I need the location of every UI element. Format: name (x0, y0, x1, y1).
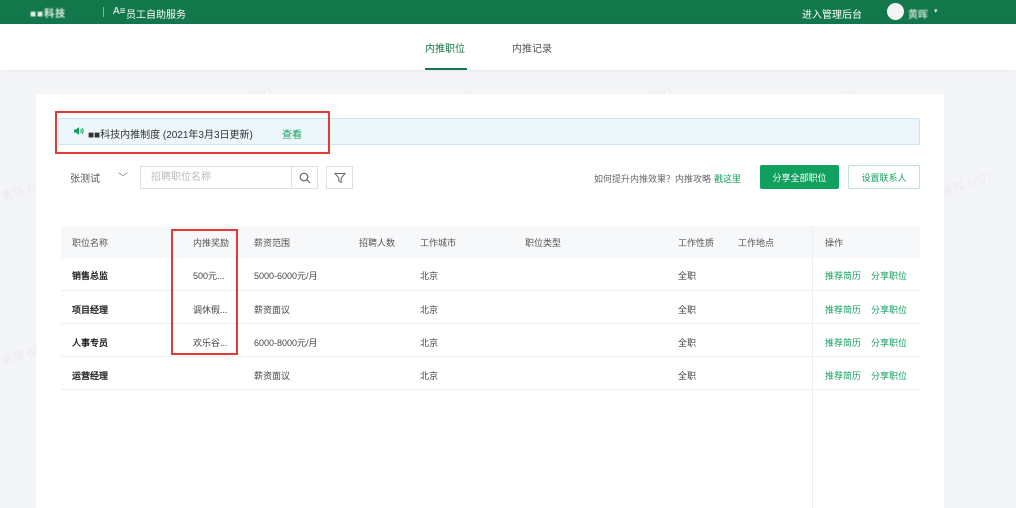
column-header-job-nature: 工作性质 (678, 238, 715, 248)
salary-range: 6000-8000元/月 (254, 338, 318, 348)
notice-view-link[interactable]: 查看 (282, 126, 302, 141)
user-name[interactable]: 黄晖 (908, 6, 928, 21)
share-position-link[interactable]: 分享职位 (871, 369, 907, 382)
company-logo[interactable]: ■■科技 (30, 5, 86, 20)
search-button[interactable] (291, 166, 318, 189)
work-city: 北京 (420, 338, 439, 348)
position-name[interactable]: 人事专员 (72, 336, 108, 349)
company-select[interactable]: 张测试 (70, 170, 100, 185)
position-name[interactable]: 运营经理 (72, 369, 108, 382)
salary-range: 薪资面议 (254, 305, 291, 315)
salary-range: 5000-6000元/月 (254, 271, 318, 281)
work-city: 北京 (420, 305, 439, 315)
table-row (61, 357, 920, 390)
app-icon: A≡ (113, 6, 126, 17)
job-nature: 全职 (678, 371, 697, 381)
job-nature: 全职 (678, 338, 697, 348)
position-name[interactable]: 项目经理 (72, 303, 108, 316)
notice-text: ■■科技内推制度 (2021年3月3日更新) (88, 130, 253, 141)
position-name[interactable]: 销售总监 (72, 269, 108, 282)
tab-referral-records[interactable]: 内推记录 (512, 40, 552, 55)
column-header-referral-reward: 内推奖励 (193, 238, 230, 248)
search-icon (299, 172, 310, 183)
table-row (61, 258, 920, 291)
table-row (61, 324, 920, 357)
column-header-headcount: 招聘人数 (359, 238, 396, 248)
share-position-link[interactable]: 分享职位 (871, 269, 907, 282)
active-tab-indicator (425, 68, 467, 70)
chevron-down-icon[interactable]: ﹀ (118, 169, 128, 184)
column-header-salary-range: 薪资范围 (254, 238, 291, 248)
column-header-work-location: 工作地点 (738, 238, 775, 248)
table-header (61, 226, 920, 258)
admin-console-link[interactable]: 进入管理后台 (802, 6, 862, 21)
referral-reward: 500元... (193, 271, 225, 281)
logo-divider (103, 7, 104, 17)
recommend-resume-link[interactable]: 推荐简历 (825, 336, 861, 349)
filter-button[interactable] (326, 166, 353, 189)
app-title: 员工自助服务 (126, 10, 186, 21)
referral-tip-text: 如何提升内推效果？内推攻略 (594, 174, 712, 184)
column-header-actions: 操作 (825, 238, 844, 248)
avatar[interactable] (887, 3, 904, 20)
salary-range: 薪资面议 (254, 371, 291, 381)
column-header-position-type: 职位类型 (525, 238, 562, 248)
tab-bar: 内推职位 内推记录 (0, 24, 1016, 70)
filter-icon (333, 172, 346, 183)
work-city: 北京 (420, 271, 439, 281)
set-contact-button[interactable]: 设置联系人 (848, 165, 920, 189)
top-navigation-bar: ■■科技 A≡ 员工自助服务 进入管理后台 黄晖 ▾ (0, 0, 1016, 24)
share-position-link[interactable]: 分享职位 (871, 303, 907, 316)
job-nature: 全职 (678, 305, 697, 315)
table-row (61, 291, 920, 324)
work-city: 北京 (420, 371, 439, 381)
column-header-position-name: 职位名称 (72, 238, 109, 248)
job-nature: 全职 (678, 271, 697, 281)
position-search-input[interactable] (140, 166, 292, 189)
recommend-resume-link[interactable]: 推荐简历 (825, 303, 861, 316)
recommend-resume-link[interactable]: 推荐简历 (825, 369, 861, 382)
referral-reward: 欢乐谷... (193, 338, 228, 348)
referral-reward: 调休假... (193, 305, 228, 315)
column-header-work-city: 工作城市 (420, 238, 457, 248)
watermark: 黄晖 6827 (939, 167, 996, 200)
recommend-resume-link[interactable]: 推荐简历 (825, 269, 861, 282)
chevron-down-icon[interactable]: ▾ (934, 7, 938, 15)
share-all-positions-button[interactable]: 分享全部职位 (760, 165, 839, 189)
tab-referral-positions[interactable]: 内推职位 (425, 40, 465, 55)
share-position-link[interactable]: 分享职位 (871, 336, 907, 349)
speaker-icon (73, 126, 85, 138)
referral-tip-link[interactable]: 戳这里 (714, 172, 741, 185)
